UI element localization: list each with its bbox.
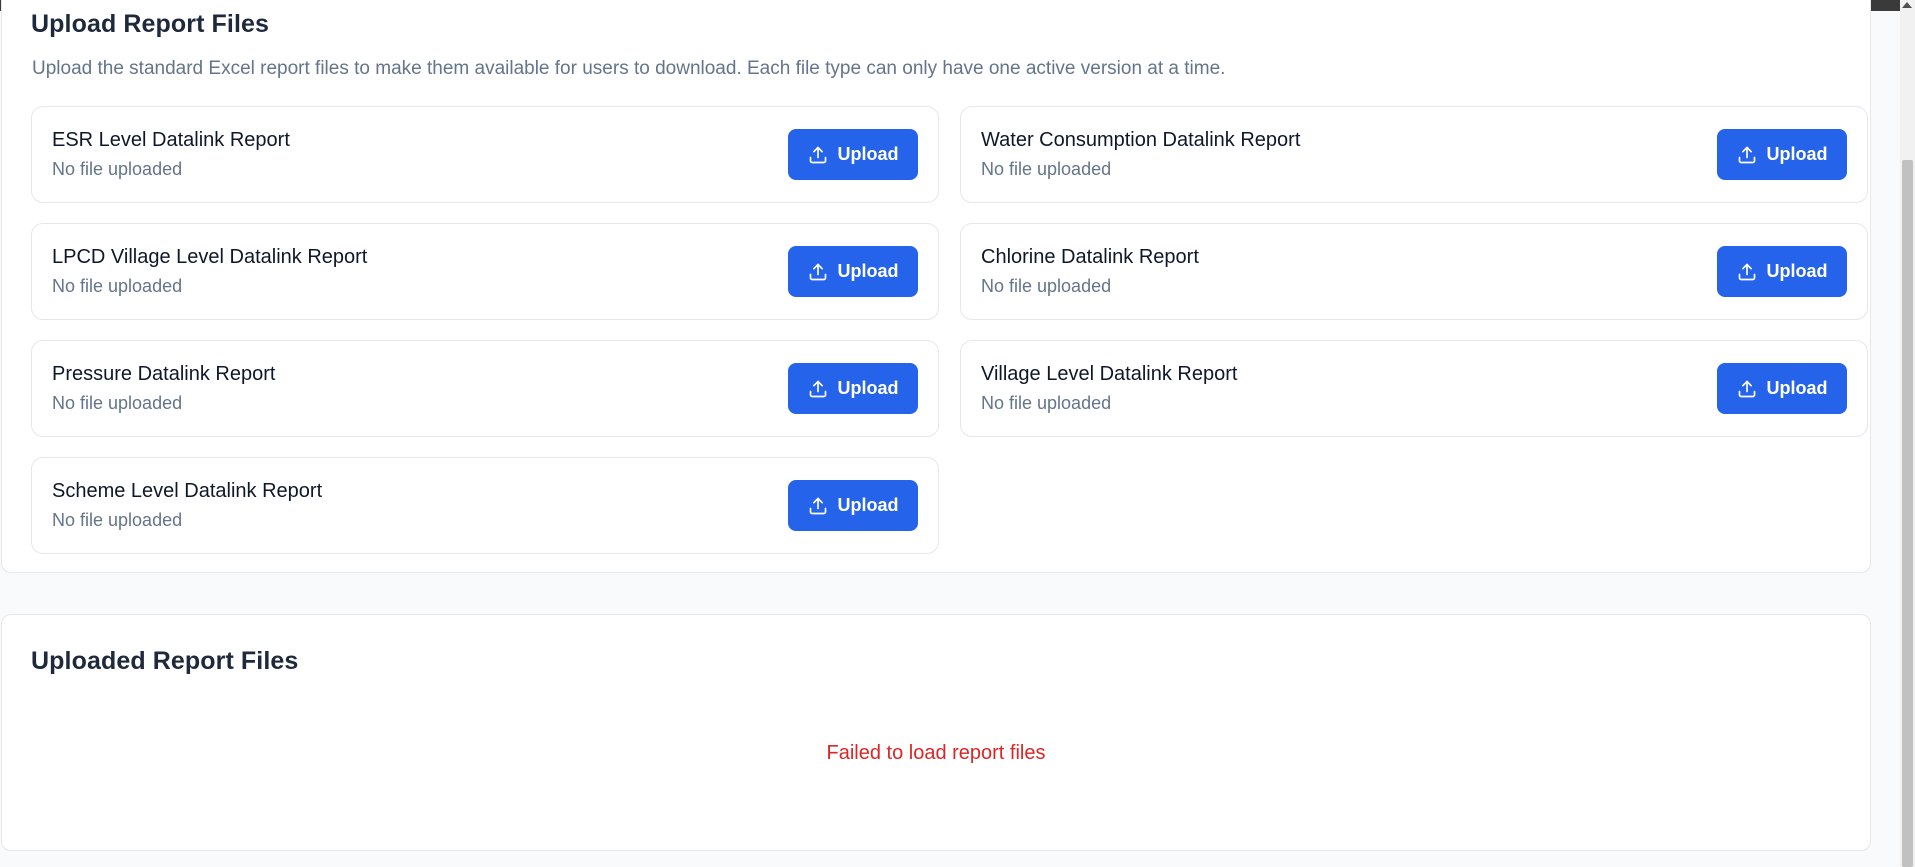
- file-row-lpcd-village-level: LPCD Village Level Datalink Report No fi…: [31, 223, 939, 320]
- upload-button-chlorine[interactable]: Upload: [1717, 246, 1847, 297]
- upload-button-label: Upload: [837, 495, 899, 515]
- vertical-scrollbar[interactable]: [1900, 0, 1915, 867]
- file-status: No file uploaded: [981, 159, 1112, 179]
- file-name: Pressure Datalink Report: [52, 363, 276, 385]
- upload-icon: [808, 145, 828, 165]
- file-row-esr-level: ESR Level Datalink Report No file upload…: [31, 106, 939, 203]
- upload-section-description: Upload the standard Excel report files t…: [32, 58, 1226, 79]
- file-status: No file uploaded: [52, 276, 183, 296]
- file-row-scheme-level: Scheme Level Datalink Report No file upl…: [31, 457, 939, 554]
- page-content: Upload Report Files Upload the standard …: [0, 0, 1900, 867]
- scrollbar-thumb[interactable]: [1902, 160, 1913, 867]
- upload-button-village-level[interactable]: Upload: [1717, 363, 1847, 414]
- uploaded-section-title: Uploaded Report Files: [31, 647, 299, 675]
- upload-icon: [1737, 145, 1757, 165]
- upload-button-lpcd-village-level[interactable]: Upload: [788, 246, 918, 297]
- upload-button-label: Upload: [837, 378, 899, 398]
- scroll-up-arrow-icon[interactable]: [1902, 2, 1912, 8]
- error-message: Failed to load report files: [826, 742, 1046, 764]
- file-row-pressure: Pressure Datalink Report No file uploade…: [31, 340, 939, 437]
- upload-button-label: Upload: [1766, 378, 1828, 398]
- upload-button-water-consumption[interactable]: Upload: [1717, 129, 1847, 180]
- upload-button-label: Upload: [837, 261, 899, 281]
- upload-button-pressure[interactable]: Upload: [788, 363, 918, 414]
- file-status: No file uploaded: [981, 393, 1112, 413]
- file-status: No file uploaded: [52, 510, 183, 530]
- upload-button-esr-level[interactable]: Upload: [788, 129, 918, 180]
- file-name: LPCD Village Level Datalink Report: [52, 246, 368, 268]
- upload-icon: [1737, 379, 1757, 399]
- upload-button-label: Upload: [1766, 144, 1828, 164]
- upload-button-label: Upload: [837, 144, 899, 164]
- file-row-chlorine: Chlorine Datalink Report No file uploade…: [960, 223, 1868, 320]
- upload-button-scheme-level[interactable]: Upload: [788, 480, 918, 531]
- upload-button-label: Upload: [1766, 261, 1828, 281]
- file-name: Water Consumption Datalink Report: [981, 129, 1301, 151]
- upload-icon: [808, 379, 828, 399]
- upload-icon: [808, 496, 828, 516]
- file-status: No file uploaded: [981, 276, 1112, 296]
- uploaded-report-files-card: Uploaded Report Files Failed to load rep…: [1, 614, 1871, 851]
- file-status: No file uploaded: [52, 393, 183, 413]
- upload-icon: [808, 262, 828, 282]
- file-row-water-consumption: Water Consumption Datalink Report No fil…: [960, 106, 1868, 203]
- upload-report-files-card: Upload Report Files Upload the standard …: [1, 0, 1871, 573]
- file-status: No file uploaded: [52, 159, 183, 179]
- upload-icon: [1737, 262, 1757, 282]
- upload-section-title: Upload Report Files: [31, 10, 270, 38]
- file-row-village-level: Village Level Datalink Report No file up…: [960, 340, 1868, 437]
- file-name: Village Level Datalink Report: [981, 363, 1238, 385]
- file-name: Chlorine Datalink Report: [981, 246, 1199, 268]
- file-name: ESR Level Datalink Report: [52, 129, 290, 151]
- file-name: Scheme Level Datalink Report: [52, 480, 323, 502]
